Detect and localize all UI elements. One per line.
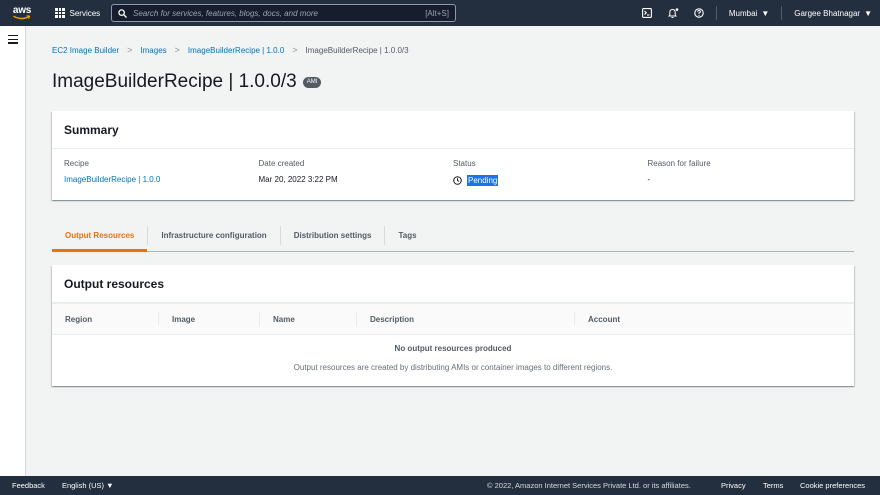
nav-divider <box>715 6 717 20</box>
summary-reason-label: Reason for failure <box>647 159 711 168</box>
region-label: Mumbai <box>728 8 758 18</box>
account-menu[interactable]: Gargee Bhatnagar ▼ <box>786 9 880 18</box>
summary-status-label: Status <box>453 159 476 168</box>
privacy-link[interactable]: Privacy <box>721 481 746 490</box>
ami-badge: AMI <box>302 76 322 88</box>
aws-smile-icon <box>13 15 31 20</box>
output-resources-table-header: Region Image Name Description Account <box>52 303 854 335</box>
breadcrumb-recipe[interactable]: ImageBuilderRecipe | 1.0.0 <box>188 46 284 55</box>
help-icon <box>694 8 704 18</box>
caret-down-icon: ▼ <box>106 481 114 490</box>
breadcrumb: EC2 Image Builder > Images > ImageBuilde… <box>52 45 409 55</box>
breadcrumb-current: ImageBuilderRecipe | 1.0.0/3 <box>305 45 409 55</box>
copyright-text: © 2022, Amazon Internet Services Private… <box>487 481 691 490</box>
terminal-icon <box>641 8 652 18</box>
top-navigation: aws Services Search for services, featur… <box>0 0 880 26</box>
bell-icon <box>667 7 679 18</box>
search-placeholder: Search for services, features, blogs, do… <box>133 8 318 18</box>
cloudshell-button[interactable] <box>634 0 660 26</box>
tab-output-resources[interactable]: Output Resources <box>52 220 148 252</box>
chevron-right-icon: > <box>292 45 298 55</box>
tab-bar: Output Resources Infrastructure configur… <box>52 220 854 252</box>
side-navigation-rail <box>0 26 26 476</box>
recipe-link[interactable]: ImageBuilderRecipe | 1.0.0 <box>64 175 259 184</box>
page-title: ImageBuilderRecipe | 1.0.0/3 AMI <box>52 71 322 93</box>
summary-status: Status Pending <box>453 159 648 186</box>
language-selector[interactable]: English (US) ▼ <box>45 481 114 490</box>
help-button[interactable] <box>686 0 712 26</box>
page-title-text: ImageBuilderRecipe | 1.0.0/3 <box>52 71 297 92</box>
status-text: Pending <box>467 175 499 186</box>
tab-distribution-settings[interactable]: Distribution settings <box>281 220 385 251</box>
nav-right: Mumbai ▼ Gargee Bhatnagar ▼ <box>634 0 880 26</box>
services-button[interactable]: Services <box>51 0 104 26</box>
footer: Feedback English (US) ▼ © 2022, Amazon I… <box>0 476 880 495</box>
summary-recipe: Recipe ImageBuilderRecipe | 1.0.0 <box>64 159 259 186</box>
services-grid-icon <box>55 8 65 18</box>
column-header-name[interactable]: Name <box>259 312 356 326</box>
summary-recipe-label: Recipe <box>64 159 89 168</box>
empty-state-description: Output resources are created by distribu… <box>293 363 613 372</box>
language-label: English (US) <box>61 481 105 490</box>
caret-down-icon: ▼ <box>864 8 872 18</box>
tab-infrastructure-configuration[interactable]: Infrastructure configuration <box>148 220 279 251</box>
search-input[interactable]: Search for services, features, blogs, do… <box>111 4 456 22</box>
output-resources-header: Output resources <box>52 265 854 303</box>
summary-reason-value: - <box>647 175 651 184</box>
nav-divider <box>781 6 783 20</box>
cookie-preferences-link[interactable]: Cookie preferences <box>800 481 865 490</box>
menu-icon[interactable] <box>8 35 18 46</box>
region-selector[interactable]: Mumbai ▼ <box>721 9 777 18</box>
tab-tags[interactable]: Tags <box>385 220 429 251</box>
summary-date-value: Mar 20, 2022 3:22 PM <box>258 175 338 184</box>
aws-logo[interactable]: aws <box>7 0 37 26</box>
empty-state-title: No output resources produced <box>394 344 512 353</box>
column-header-description[interactable]: Description <box>356 312 574 326</box>
terms-link[interactable]: Terms <box>763 481 783 490</box>
summary-date-label: Date created <box>258 159 305 168</box>
breadcrumb-images[interactable]: Images <box>140 46 166 55</box>
output-resources-panel: Output resources Region Image Name Descr… <box>52 265 854 386</box>
column-header-account[interactable]: Account <box>574 312 854 326</box>
search-shortcut: [Alt+S] <box>425 8 449 18</box>
aws-logo-text: aws <box>12 5 32 16</box>
summary-date-created: Date created Mar 20, 2022 3:22 PM <box>259 159 454 186</box>
status-value: Pending <box>453 175 648 186</box>
summary-header: Summary <box>52 111 854 149</box>
services-label: Services <box>69 8 101 18</box>
chevron-right-icon: > <box>127 45 133 55</box>
summary-panel: Summary Recipe ImageBuilderRecipe | 1.0.… <box>52 111 854 200</box>
summary-reason: Reason for failure - <box>648 159 843 186</box>
caret-down-icon: ▼ <box>761 8 770 18</box>
notifications-button[interactable] <box>660 0 686 26</box>
breadcrumb-ec2-image-builder[interactable]: EC2 Image Builder <box>52 46 119 55</box>
search-icon <box>118 8 127 18</box>
clock-icon <box>453 176 462 185</box>
column-header-image[interactable]: Image <box>158 312 259 326</box>
column-header-region[interactable]: Region <box>52 312 158 326</box>
user-label: Gargee Bhatnagar <box>794 8 861 18</box>
feedback-link[interactable]: Feedback <box>0 481 45 490</box>
chevron-right-icon: > <box>174 45 180 55</box>
